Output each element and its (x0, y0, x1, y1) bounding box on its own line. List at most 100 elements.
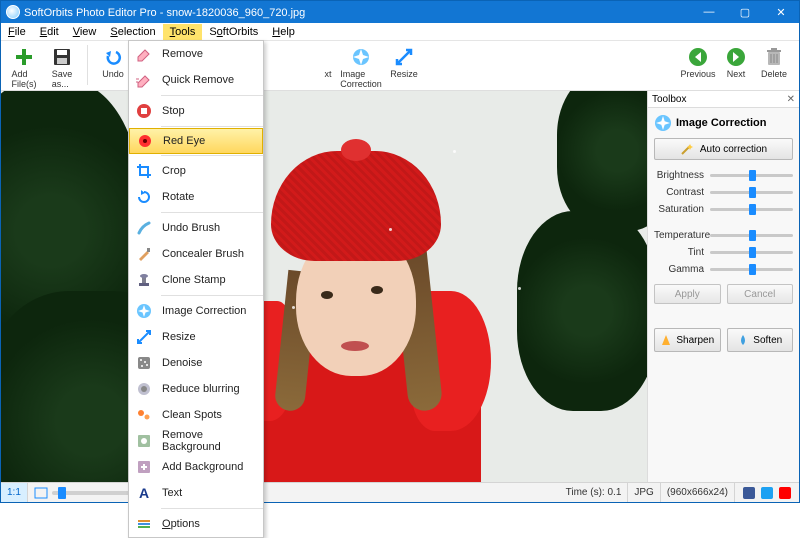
toolbox-header-label: Toolbox (652, 94, 686, 105)
menu-selection[interactable]: Selection (103, 24, 162, 40)
sharpen-button[interactable]: Sharpen (654, 328, 721, 352)
toolbar-label: ImageCorrection (340, 69, 382, 89)
toolbar-label: Delete (761, 69, 787, 79)
button-label: Sharpen (676, 335, 714, 346)
stop-icon (132, 99, 156, 123)
status-format: JPG (628, 483, 660, 502)
statusbar: 1:1 Time (s): 0.1 JPG (960x666x24) (1, 482, 799, 502)
rotate-icon (132, 185, 156, 209)
dd-add-bg[interactable]: Add Background (129, 454, 263, 480)
apply-button[interactable]: Apply (654, 284, 721, 304)
dd-crop[interactable]: Crop (129, 158, 263, 184)
tools-dropdown: Remove Quick Remove Stop Red Eye Crop Ro… (128, 40, 264, 538)
dd-options[interactable]: Options (129, 511, 263, 537)
app-window: SoftOrbits Photo Editor Pro - snow-18200… (0, 0, 800, 503)
red-eye-icon (133, 129, 157, 153)
app-icon (6, 5, 20, 19)
menubar: File Edit View Selection Tools SoftOrbit… (1, 23, 799, 41)
twitter-icon[interactable] (761, 487, 773, 499)
add-files-button[interactable]: AddFile(s) (5, 43, 43, 89)
resize-button[interactable]: Resize (385, 43, 423, 79)
dd-text[interactable]: AText (129, 480, 263, 506)
dd-clone-stamp[interactable]: Clone Stamp (129, 267, 263, 293)
text-icon: A (132, 481, 156, 505)
slider-tint[interactable]: Tint (654, 245, 793, 259)
dd-reduce-blur[interactable]: Reduce blurring (129, 376, 263, 402)
dd-rotate[interactable]: Rotate (129, 184, 263, 210)
toolbar-label: Undo (102, 69, 124, 79)
soften-icon (737, 334, 749, 346)
slider-contrast[interactable]: Contrast (654, 185, 793, 199)
menu-view[interactable]: View (66, 24, 104, 40)
dd-remove[interactable]: Remove (129, 41, 263, 67)
image-correction-button[interactable]: ImageCorrection (337, 43, 385, 89)
dd-quick-remove[interactable]: Quick Remove (129, 67, 263, 93)
dd-remove-bg[interactable]: Remove Background (129, 428, 263, 454)
dd-resize[interactable]: Resize (129, 324, 263, 350)
window-title: SoftOrbits Photo Editor Pro - snow-18200… (24, 6, 691, 19)
toolbar-label: Resize (390, 69, 418, 79)
previous-button[interactable]: Previous (679, 43, 717, 79)
star-icon (132, 299, 156, 323)
menu-tools[interactable]: Tools (163, 24, 203, 40)
close-button[interactable]: ✕ (763, 1, 799, 23)
dd-stop[interactable]: Stop (129, 98, 263, 124)
delete-button[interactable]: Delete (755, 43, 793, 79)
cancel-button[interactable]: Cancel (727, 284, 794, 304)
dd-clean-spots[interactable]: Clean Spots (129, 402, 263, 428)
prev-icon (687, 46, 709, 68)
resize-icon (393, 46, 415, 68)
dd-red-eye[interactable]: Red Eye (129, 128, 263, 154)
wand-icon (680, 142, 694, 156)
minimize-button[interactable]: — (691, 1, 727, 23)
toolbar-label: Next (727, 69, 746, 79)
status-dims: (960x666x24) (661, 483, 735, 502)
toolbar: AddFile(s) Saveas... Undo Redo xt (1, 41, 799, 91)
dd-image-correction[interactable]: Image Correction (129, 298, 263, 324)
star-icon (654, 114, 672, 132)
menu-softorbits[interactable]: SoftOrbits (202, 24, 265, 40)
slider-gamma[interactable]: Gamma (654, 262, 793, 276)
fit-icon[interactable] (34, 487, 48, 499)
window-controls: — ▢ ✕ (691, 1, 799, 23)
image-canvas[interactable] (1, 91, 647, 482)
button-label: Auto correction (700, 144, 767, 155)
menu-file[interactable]: File (1, 24, 33, 40)
concealer-icon (132, 242, 156, 266)
dd-denoise[interactable]: Denoise (129, 350, 263, 376)
blur-icon (132, 377, 156, 401)
trash-icon (763, 46, 785, 68)
undo-button[interactable]: Undo (94, 43, 132, 79)
star-icon (350, 46, 372, 68)
stamp-icon (132, 268, 156, 292)
menu-help[interactable]: Help (265, 24, 302, 40)
dd-undo-brush[interactable]: Undo Brush (129, 215, 263, 241)
denoise-icon (132, 351, 156, 375)
plus-icon (13, 46, 35, 68)
toolbar-label: Previous (680, 69, 715, 79)
slider-brightness[interactable]: Brightness (654, 168, 793, 182)
slider-temperature[interactable]: Temperature (654, 228, 793, 242)
toolbox-header: Toolbox ✕ (648, 91, 799, 108)
facebook-icon[interactable] (743, 487, 755, 499)
svg-text:A: A (139, 485, 149, 501)
save-as-button[interactable]: Saveas... (43, 43, 81, 89)
zoom-label[interactable]: 1:1 (1, 483, 28, 502)
maximize-button[interactable]: ▢ (727, 1, 763, 23)
auto-correction-button[interactable]: Auto correction (654, 138, 793, 160)
undo-icon (102, 46, 124, 68)
soften-button[interactable]: Soften (727, 328, 794, 352)
text-tool-button-partial[interactable]: xt (319, 43, 337, 79)
menu-edit[interactable]: Edit (33, 24, 66, 40)
close-panel-icon[interactable]: ✕ (787, 94, 795, 105)
toolbar-label: Saveas... (52, 69, 73, 89)
photo (1, 91, 647, 482)
sharpen-icon (660, 334, 672, 346)
youtube-icon[interactable] (779, 487, 791, 499)
eraser-icon (132, 42, 156, 66)
toolbar-label: xt (324, 69, 331, 79)
text-icon (317, 46, 339, 68)
dd-concealer[interactable]: Concealer Brush (129, 241, 263, 267)
slider-saturation[interactable]: Saturation (654, 202, 793, 216)
next-button[interactable]: Next (717, 43, 755, 79)
